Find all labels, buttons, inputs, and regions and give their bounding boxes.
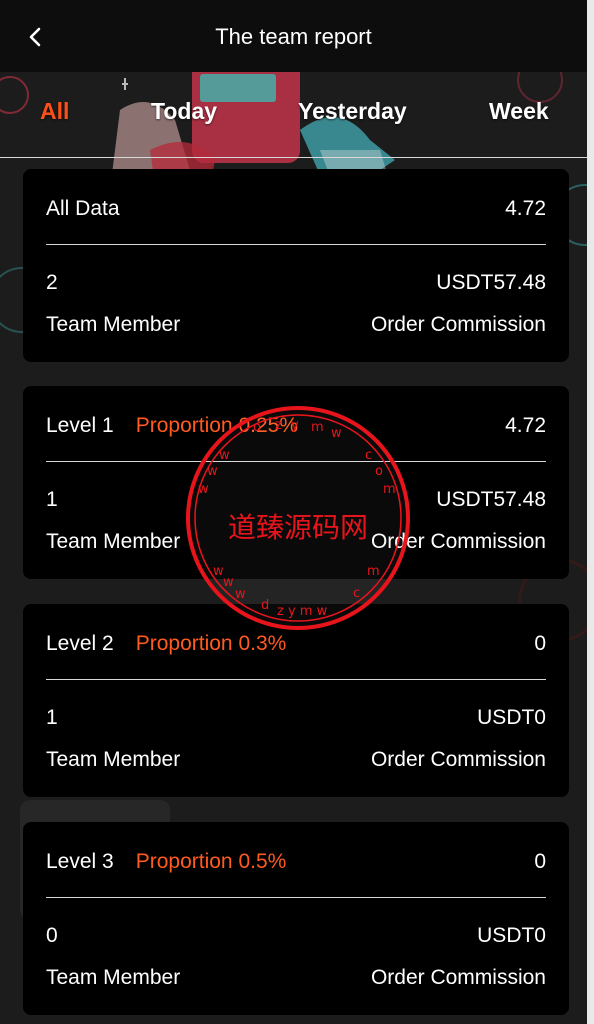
- card-total-value: 0: [534, 850, 546, 873]
- proportion-text: Proportion 0.3%: [135, 632, 287, 655]
- tab-today[interactable]: Today: [151, 98, 217, 125]
- team-member-count: 1: [46, 706, 58, 729]
- card-title: Level 2: [46, 632, 114, 655]
- order-commission-label: Order Commission: [370, 966, 546, 989]
- proportion-text: Proportion 0.25%: [135, 414, 298, 437]
- card-total-value: 4.72: [505, 197, 546, 220]
- order-commission-value: USDT57.48: [436, 271, 546, 294]
- team-member-label: Team Member: [46, 530, 181, 553]
- team-member-count: 1: [46, 488, 58, 511]
- order-commission-value: USDT0: [477, 924, 546, 947]
- level-card-3: Level 3 Proportion 0.5% 0 0 USDT0 Team M…: [23, 822, 569, 1015]
- card-divider: [46, 461, 546, 462]
- page-title: The team report: [215, 24, 372, 49]
- vertical-scrollbar[interactable]: [587, 0, 594, 1024]
- level-card-2: Level 2 Proportion 0.3% 0 1 USDT0 Team M…: [23, 604, 569, 797]
- tab-week[interactable]: Week: [489, 98, 549, 125]
- top-app-bar: The team report: [0, 0, 587, 72]
- order-commission-value: USDT57.48: [436, 488, 546, 511]
- order-commission-label: Order Commission: [370, 313, 546, 336]
- order-commission-value: USDT0: [477, 706, 546, 729]
- order-commission-label: Order Commission: [370, 530, 546, 553]
- summary-card-all-data: All Data 4.72 2 USDT57.48 Team Member Or…: [23, 169, 569, 362]
- period-tabs: All Today Yesterday Week: [0, 72, 594, 158]
- team-member-count: 2: [46, 271, 58, 294]
- card-title: Level 3: [46, 850, 114, 873]
- tab-all[interactable]: All: [40, 98, 69, 125]
- team-member-label: Team Member: [46, 748, 181, 771]
- team-member-label: Team Member: [46, 313, 181, 336]
- order-commission-label: Order Commission: [370, 748, 546, 771]
- card-title: Level 1: [46, 414, 114, 437]
- level-card-1: Level 1 Proportion 0.25% 4.72 1 USDT57.4…: [23, 386, 569, 579]
- team-member-label: Team Member: [46, 966, 181, 989]
- card-divider: [46, 244, 546, 245]
- card-divider: [46, 679, 546, 680]
- proportion-text: Proportion 0.5%: [135, 850, 287, 873]
- card-title: All Data: [46, 197, 120, 220]
- tab-yesterday[interactable]: Yesterday: [298, 98, 407, 125]
- card-total-value: 4.72: [505, 414, 546, 437]
- card-divider: [46, 897, 546, 898]
- card-total-value: 0: [534, 632, 546, 655]
- team-member-count: 0: [46, 924, 58, 947]
